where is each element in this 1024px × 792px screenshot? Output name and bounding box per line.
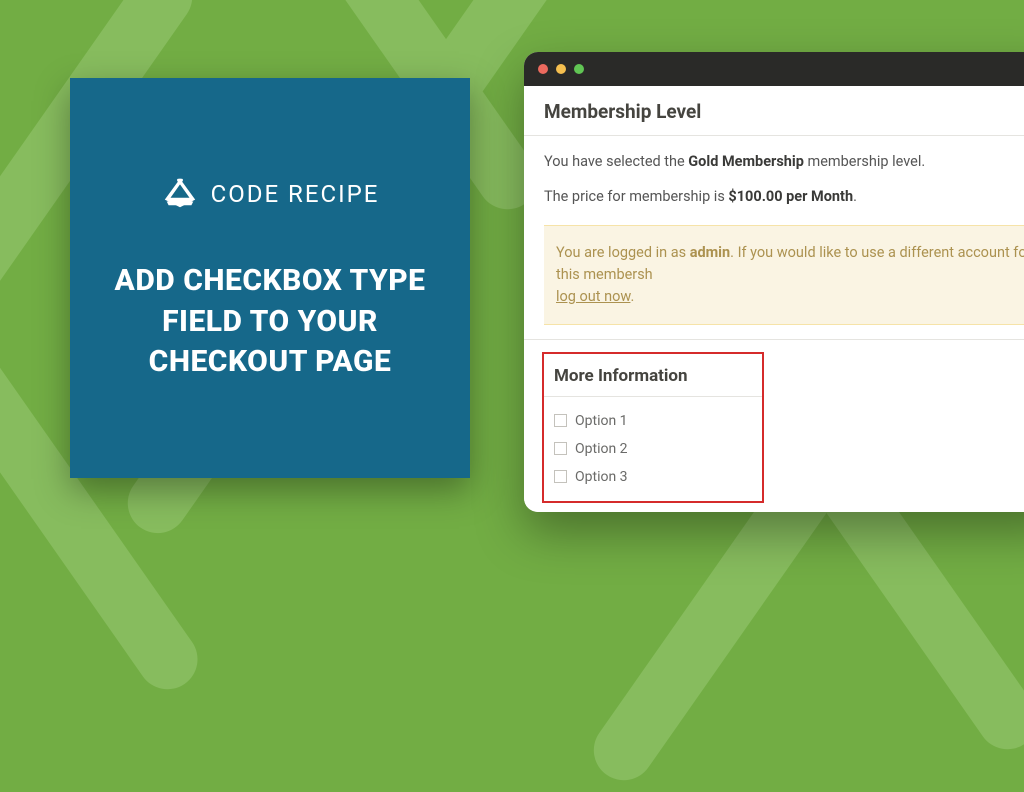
checkbox-option-2[interactable] [554, 442, 567, 455]
options-list: Option 1 Option 2 Option 3 [544, 397, 762, 491]
membership-body: You have selected the Gold Membership me… [524, 136, 1024, 225]
more-info-title: More Information [544, 354, 762, 397]
selected-level-text: You have selected the Gold Membership me… [544, 150, 1024, 175]
logout-link[interactable]: log out now [556, 288, 630, 305]
option-label: Option 1 [575, 413, 628, 429]
minimize-icon[interactable] [556, 64, 566, 74]
recipe-icon [161, 173, 199, 215]
page-content: Membership Level You have selected the G… [524, 86, 1024, 512]
browser-window: Membership Level You have selected the G… [524, 52, 1024, 512]
list-item: Option 1 [544, 407, 762, 435]
logo-row: CODE RECIPE [161, 173, 380, 215]
option-label: Option 3 [575, 469, 628, 485]
promo-card: CODE RECIPE ADD CHECKBOX TYPE FIELD TO Y… [70, 78, 470, 478]
more-info-highlight: More Information Option 1 Option 2 Optio… [542, 352, 764, 503]
window-titlebar [524, 52, 1024, 86]
login-notice: You are logged in as admin. If you would… [544, 225, 1024, 324]
maximize-icon[interactable] [574, 64, 584, 74]
checkbox-option-1[interactable] [554, 414, 567, 427]
promo-heading: ADD CHECKBOX TYPE FIELD TO YOUR CHECKOUT… [110, 261, 430, 383]
close-icon[interactable] [538, 64, 548, 74]
checkbox-option-3[interactable] [554, 470, 567, 483]
list-item: Option 2 [544, 435, 762, 463]
list-item: Option 3 [544, 463, 762, 491]
price-text: The price for membership is $100.00 per … [544, 185, 1024, 210]
membership-section-title: Membership Level [524, 86, 1024, 136]
logo-text: CODE RECIPE [211, 180, 380, 208]
option-label: Option 2 [575, 441, 628, 457]
